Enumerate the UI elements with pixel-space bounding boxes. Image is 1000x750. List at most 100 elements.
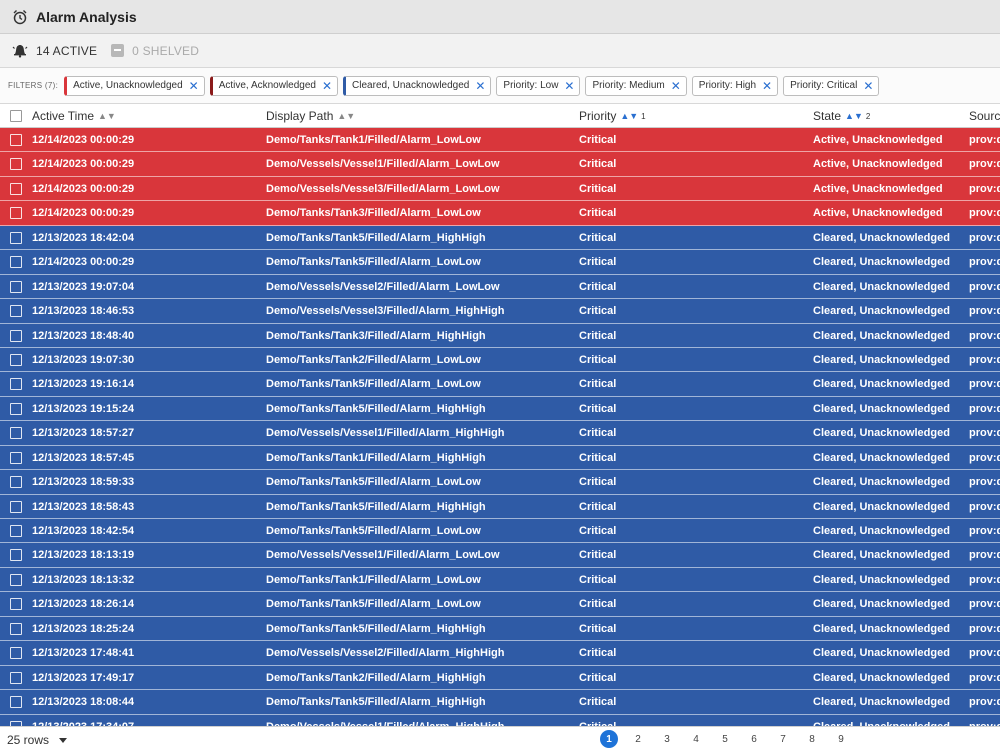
filter-chip[interactable]: Active, Acknowledged ✕: [209, 75, 339, 96]
page-button[interactable]: 2: [629, 730, 647, 748]
cell-source: prov:d: [969, 378, 1000, 391]
table-row[interactable]: 12/13/2023 19:07:04 Demo/Vessels/Vessel2/…: [0, 274, 1000, 300]
table-row[interactable]: 12/13/2023 18:57:27 Demo/Vessels/Vessel1/…: [0, 421, 1000, 446]
page-button[interactable]: 7: [774, 730, 792, 748]
row-checkbox[interactable]: [10, 549, 22, 562]
row-checkbox[interactable]: [10, 598, 22, 611]
sort-icon[interactable]: ▲▼: [845, 111, 863, 121]
row-checkbox[interactable]: [10, 182, 22, 195]
table-row[interactable]: 12/13/2023 19:07:30 Demo/Tanks/Tank2/Fill…: [0, 347, 1000, 373]
page-button[interactable]: 8: [803, 730, 821, 748]
tab-shelved-alarms[interactable]: 0 SHELVED: [111, 34, 199, 68]
table-row[interactable]: 12/13/2023 18:13:19 Demo/Vessels/Vessel1/…: [0, 543, 1000, 568]
page-button[interactable]: 5: [716, 730, 734, 748]
row-checkbox[interactable]: [10, 622, 22, 635]
table-row[interactable]: 12/13/2023 18:13:32 Demo/Tanks/Tank1/Fill…: [0, 567, 1000, 593]
table-row[interactable]: 12/13/2023 19:15:24 Demo/Tanks/Tank5/Fill…: [0, 396, 1000, 422]
row-checkbox[interactable]: [10, 476, 22, 489]
filter-chip[interactable]: Active, Unacknowledged ✕: [64, 75, 205, 96]
row-checkbox[interactable]: [10, 525, 22, 537]
table-row[interactable]: 12/13/2023 17:34:07 Demo/Vessels/Vessel1/…: [0, 714, 1000, 727]
row-checkbox[interactable]: [10, 647, 22, 660]
cell-state: Cleared, Unacknowledged: [813, 549, 950, 562]
column-header-active-time[interactable]: Active Time ▲▼: [32, 104, 116, 128]
table-row[interactable]: 12/13/2023 18:42:54 Demo/Tanks/Tank5/Fill…: [0, 519, 1000, 544]
table-row[interactable]: 12/13/2023 18:42:04 Demo/Tanks/Tank5/Fill…: [0, 225, 1000, 251]
table-row[interactable]: 12/13/2023 19:16:14 Demo/Tanks/Tank5/Fill…: [0, 372, 1000, 397]
filter-chip[interactable]: Priority: Low ✕: [496, 75, 581, 96]
remove-filter-icon[interactable]: ✕: [189, 79, 199, 93]
sort-icon[interactable]: ▲▼: [620, 111, 638, 121]
filter-chip[interactable]: Priority: High ✕: [691, 75, 779, 96]
row-checkbox[interactable]: [10, 427, 22, 440]
table-row[interactable]: 12/13/2023 18:46:53 Demo/Vessels/Vessel3/…: [0, 299, 1000, 324]
column-header-source[interactable]: Sourc: [969, 104, 1000, 128]
column-header-state[interactable]: State ▲▼ 2: [813, 104, 870, 128]
cell-priority: Critical: [579, 207, 617, 220]
remove-filter-icon[interactable]: ✕: [475, 79, 485, 93]
row-checkbox[interactable]: [10, 207, 22, 220]
table-row[interactable]: 12/13/2023 17:48:41 Demo/Vessels/Vessel2/…: [0, 641, 1000, 666]
table-row[interactable]: 12/13/2023 18:57:45 Demo/Tanks/Tank1/Fill…: [0, 445, 1000, 471]
remove-filter-icon[interactable]: ✕: [762, 79, 772, 93]
table-row[interactable]: 12/13/2023 18:58:43 Demo/Tanks/Tank5/Fill…: [0, 494, 1000, 519]
filter-chip[interactable]: Priority: Critical ✕: [783, 75, 880, 96]
sort-icon[interactable]: ▲▼: [98, 111, 116, 121]
row-checkbox[interactable]: [10, 696, 22, 709]
row-checkbox[interactable]: [10, 353, 22, 366]
page-button[interactable]: 3: [658, 730, 676, 748]
row-checkbox[interactable]: [10, 158, 22, 171]
table-row[interactable]: 12/14/2023 00:00:29 Demo/Vessels/Vessel1/…: [0, 152, 1000, 177]
remove-filter-icon[interactable]: ✕: [322, 79, 332, 93]
filter-chip[interactable]: Priority: Medium ✕: [585, 75, 687, 96]
cell-display-path: Demo/Tanks/Tank5/Filled/Alarm_HighHigh: [266, 231, 486, 244]
table-row[interactable]: 12/13/2023 18:25:24 Demo/Tanks/Tank5/Fill…: [0, 616, 1000, 642]
cell-source: prov:d: [969, 182, 1000, 195]
cell-state: Cleared, Unacknowledged: [813, 715, 950, 727]
column-header-priority[interactable]: Priority ▲▼ 1: [579, 104, 646, 128]
row-checkbox[interactable]: [10, 280, 22, 293]
row-select-cell: [10, 617, 22, 641]
cell-source: prov:d: [969, 671, 1000, 684]
filter-chip[interactable]: Cleared, Unacknowledged ✕: [343, 75, 492, 96]
table-row[interactable]: 12/13/2023 18:59:33 Demo/Tanks/Tank5/Fill…: [0, 470, 1000, 495]
remove-filter-icon[interactable]: ✕: [671, 79, 681, 93]
row-checkbox[interactable]: [10, 671, 22, 684]
remove-filter-icon[interactable]: ✕: [564, 79, 574, 93]
row-checkbox[interactable]: [10, 231, 22, 244]
select-all-checkbox[interactable]: [10, 110, 22, 122]
table-row[interactable]: 12/14/2023 00:00:29 Demo/Tanks/Tank1/Fill…: [0, 128, 1000, 153]
remove-filter-icon[interactable]: ✕: [863, 79, 873, 93]
page-button[interactable]: 1: [600, 730, 618, 748]
table-row[interactable]: 12/13/2023 18:08:44 Demo/Tanks/Tank5/Fill…: [0, 690, 1000, 715]
table-row[interactable]: 12/13/2023 18:48:40 Demo/Tanks/Tank3/Fill…: [0, 323, 1000, 348]
page-button[interactable]: 4: [687, 730, 705, 748]
row-checkbox[interactable]: [10, 256, 22, 269]
cell-active-time: 12/14/2023 00:00:29: [32, 158, 135, 171]
cell-display-path: Demo/Tanks/Tank5/Filled/Alarm_HighHigh: [266, 622, 486, 635]
cell-state: Active, Unacknowledged: [813, 134, 943, 146]
table-row[interactable]: 12/14/2023 00:00:29 Demo/Tanks/Tank3/Fill…: [0, 201, 1000, 226]
table-row[interactable]: 12/14/2023 00:00:29 Demo/Tanks/Tank5/Fill…: [0, 250, 1000, 275]
row-checkbox[interactable]: [10, 305, 22, 318]
sort-icon[interactable]: ▲▼: [337, 111, 355, 121]
cell-display-path: Demo/Tanks/Tank3/Filled/Alarm_HighHigh: [266, 329, 486, 342]
row-checkbox[interactable]: [10, 573, 22, 586]
column-header-display-path[interactable]: Display Path ▲▼: [266, 104, 355, 128]
row-checkbox[interactable]: [10, 402, 22, 415]
page-button[interactable]: 6: [745, 730, 763, 748]
row-checkbox[interactable]: [10, 329, 22, 342]
tab-active-alarms[interactable]: 14 ACTIVE: [12, 34, 97, 68]
page-button[interactable]: 9: [832, 730, 850, 748]
row-checkbox[interactable]: [10, 451, 22, 464]
row-checkbox[interactable]: [10, 134, 22, 146]
table-row[interactable]: 12/14/2023 00:00:29 Demo/Vessels/Vessel3/…: [0, 176, 1000, 202]
rows-per-page-select[interactable]: 25 rows: [7, 730, 68, 750]
cell-source: prov:d: [969, 402, 1000, 415]
row-checkbox[interactable]: [10, 500, 22, 513]
table-row[interactable]: 12/13/2023 18:26:14 Demo/Tanks/Tank5/Fill…: [0, 592, 1000, 617]
cell-active-time: 12/13/2023 18:58:43: [32, 500, 135, 513]
row-select-cell: [10, 372, 22, 396]
table-row[interactable]: 12/13/2023 17:49:17 Demo/Tanks/Tank2/Fill…: [0, 665, 1000, 691]
row-checkbox[interactable]: [10, 378, 22, 391]
